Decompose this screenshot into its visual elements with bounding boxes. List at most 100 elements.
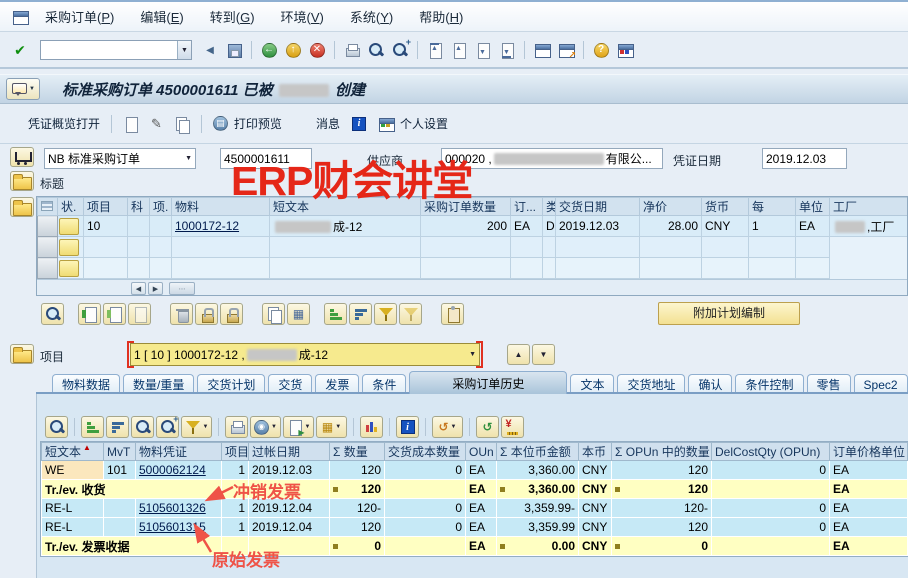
tab-confirmations[interactable]: 确认 — [688, 374, 732, 394]
column-header-opun-quantity[interactable]: Σ OPUn 中的数量 — [612, 443, 712, 461]
column-header[interactable]: 项目 — [84, 198, 128, 216]
create-document-icon[interactable] — [117, 113, 145, 135]
order-type-combo[interactable]: NB 标准采购订单▼ — [44, 148, 196, 169]
item-overview-expand-button[interactable] — [10, 197, 34, 217]
menu-item[interactable]: 转到(G) — [197, 7, 268, 26]
menu-item[interactable]: 采购订单(P) — [32, 7, 127, 26]
item-display-icon[interactable] — [103, 303, 126, 325]
messages-button[interactable]: 消息 — [310, 112, 346, 135]
scroll-left-icon[interactable]: ◀ — [131, 282, 146, 295]
column-header[interactable]: 订... — [511, 198, 543, 216]
save-icon[interactable] — [223, 39, 245, 61]
tab-conditions[interactable]: 条件 — [362, 374, 406, 394]
tab-po-history[interactable]: 采购订单历史 — [409, 371, 567, 394]
clipboard-icon[interactable] — [441, 303, 464, 325]
refresh-icon[interactable]: ↺ — [476, 416, 499, 438]
column-header[interactable]: 交货日期 — [556, 198, 640, 216]
find-next-icon[interactable]: + — [389, 39, 411, 61]
column-header[interactable]: 单位 — [796, 198, 830, 216]
window-menu-icon[interactable] — [9, 6, 31, 28]
supplier-field[interactable]: 000020 ,有限公... — [441, 148, 663, 169]
sort-desc-icon[interactable] — [106, 416, 129, 438]
row-selector[interactable] — [38, 237, 58, 258]
material-document-link[interactable]: 5000062124 — [139, 463, 206, 477]
menu-item[interactable]: 环境(V) — [268, 7, 337, 26]
next-page-icon[interactable]: ▼ — [472, 39, 494, 61]
filter-icon[interactable]: ▼ — [181, 416, 212, 438]
services-info-icon[interactable]: i — [346, 114, 372, 134]
column-header-item[interactable]: 项目 — [222, 443, 249, 461]
lock-icon[interactable] — [195, 303, 218, 325]
tab-delivery-schedule[interactable]: 交货计划 — [197, 374, 265, 394]
column-header-material-document[interactable]: 物料凭证 — [136, 443, 222, 461]
filter-icon[interactable] — [374, 303, 397, 325]
export-icon[interactable]: ▶▼ — [283, 416, 314, 438]
document-overview-button[interactable]: 凭证概览打开 — [22, 112, 106, 135]
currency-icon[interactable]: ¥ — [501, 416, 524, 438]
tab-material-data[interactable]: 物料数据 — [52, 374, 120, 394]
tab-texts[interactable]: 文本 — [570, 374, 614, 394]
menu-item[interactable]: 帮助(H) — [406, 7, 476, 26]
scroll-right-icon[interactable]: ▶ — [148, 282, 163, 295]
column-header-order-price-unit[interactable]: 订单价格单位 — [830, 443, 908, 461]
item-detail-expand-button[interactable] — [10, 344, 34, 364]
history-list-icon[interactable]: ↺▼ — [432, 416, 463, 438]
additional-planning-button[interactable]: 附加计划编制 — [658, 302, 800, 325]
command-dropdown-icon[interactable]: ▼ — [177, 41, 191, 59]
graph-icon[interactable] — [360, 416, 383, 438]
column-header-movement-type[interactable]: MvT — [104, 443, 136, 461]
tab-delivery-address[interactable]: 交货地址 — [617, 374, 685, 394]
doc-date-field[interactable]: 2019.12.03 — [762, 148, 847, 169]
tab-delivery[interactable]: 交货 — [268, 374, 312, 394]
edit-pencil-icon[interactable]: ✎ — [145, 113, 168, 135]
column-header-order-unit[interactable]: OUn — [466, 443, 497, 461]
material-document-link[interactable]: 5105601315 — [139, 520, 206, 534]
print-preview-button[interactable]: ▤打印预览 — [207, 112, 288, 135]
column-header[interactable]: 每 — [749, 198, 796, 216]
menu-item[interactable]: 系统(Y) — [337, 7, 406, 26]
copy-document-icon[interactable] — [168, 113, 196, 135]
row-selector[interactable] — [38, 258, 58, 279]
next-item-button[interactable]: ▼ — [532, 344, 555, 365]
material-document-link[interactable]: 5105601326 — [139, 501, 206, 515]
command-field[interactable]: ▼ — [40, 40, 192, 60]
cancel-icon[interactable]: ✕ — [306, 39, 328, 61]
item-detail-icon[interactable] — [78, 303, 101, 325]
item-gray-icon[interactable] — [128, 303, 151, 325]
status-cell[interactable] — [58, 237, 84, 258]
duplicate-icon[interactable] — [262, 303, 285, 325]
column-header-delcost-qty-opun[interactable]: DelCostQty (OPUn) — [712, 443, 830, 461]
column-header[interactable]: 净价 — [640, 198, 702, 216]
find-icon[interactable] — [365, 39, 387, 61]
column-header[interactable]: 货币 — [702, 198, 749, 216]
previous-page-icon[interactable]: ▲ — [448, 39, 470, 61]
first-page-icon[interactable]: ▲ — [424, 39, 446, 61]
scrollbar-grip[interactable]: ∙∙∙ — [169, 282, 195, 295]
column-header-short-text[interactable]: 短文本▲ — [42, 443, 104, 461]
tab-spec2000[interactable]: Spec2 — [854, 374, 908, 394]
status-cell[interactable] — [58, 216, 84, 237]
select-all-icon[interactable] — [38, 198, 58, 216]
exit-icon[interactable]: ↑ — [282, 39, 304, 61]
column-header-local-currency[interactable]: 本币 — [579, 443, 612, 461]
layout-icon[interactable]: ▦▼ — [316, 416, 347, 438]
tab-invoice[interactable]: 发票 — [315, 374, 359, 394]
column-header[interactable]: 项. — [150, 198, 172, 216]
find-next-icon[interactable]: + — [156, 416, 179, 438]
filter-clear-icon[interactable] — [399, 303, 422, 325]
info-grid-icon[interactable]: i — [396, 416, 419, 438]
new-session-icon[interactable] — [531, 39, 553, 61]
table-settings-icon[interactable]: ▦ — [287, 303, 310, 325]
column-header-posting-date[interactable]: 过帐日期 — [249, 443, 330, 461]
column-header-amount-lc[interactable]: Σ 本位币金额 — [497, 443, 579, 461]
menu-item[interactable]: 编辑(E) — [127, 7, 196, 26]
cart-button[interactable] — [10, 147, 34, 167]
header-expand-button[interactable] — [10, 171, 34, 191]
column-header[interactable]: 状. — [58, 198, 84, 216]
collapse-command-icon[interactable]: ◀ — [199, 39, 221, 61]
last-page-icon[interactable]: ▼ — [496, 39, 518, 61]
back-icon[interactable]: ← — [258, 39, 280, 61]
detail-mag-icon[interactable] — [45, 416, 68, 438]
sort-asc-icon[interactable] — [81, 416, 104, 438]
tab-quantity-weight[interactable]: 数量/重量 — [123, 374, 194, 394]
